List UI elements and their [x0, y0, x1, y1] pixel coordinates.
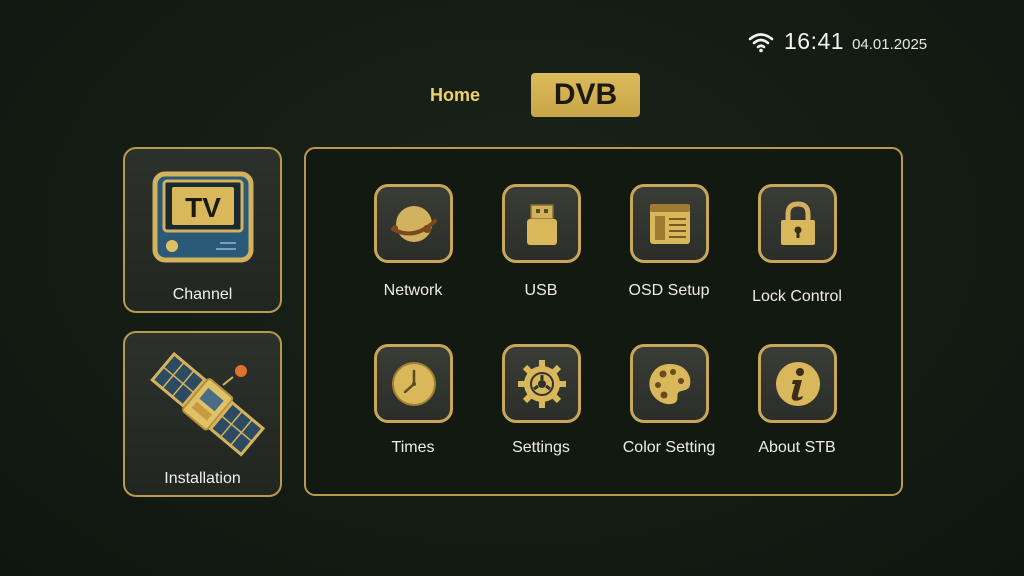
- menu-item-lock-control[interactable]: Lock Control: [732, 184, 862, 314]
- menu-item-label: About STB: [758, 439, 836, 456]
- gear-icon: [517, 359, 566, 408]
- info-icon-box: [758, 344, 837, 423]
- tv-icon: TV: [152, 171, 254, 263]
- menu-item-label: Lock Control: [752, 288, 842, 305]
- tv-icon-text: TV: [185, 192, 221, 223]
- dvb-menu-screen: 16:41 04.01.2025 Home DVB TV Channel Ins…: [0, 0, 1024, 576]
- usb-icon: [526, 203, 557, 245]
- menu-item-osd-setup[interactable]: OSD Setup: [604, 184, 734, 314]
- status-bar: 16:41 04.01.2025: [748, 28, 927, 55]
- palette-icon: [648, 363, 690, 404]
- network-icon: [390, 205, 437, 242]
- lock-icon: [780, 200, 815, 245]
- satellite-icon: [150, 351, 266, 457]
- tab-dvb[interactable]: DVB: [531, 73, 640, 117]
- clock-date: 04.01.2025: [852, 36, 928, 53]
- wifi-icon: [748, 32, 774, 52]
- installation-button[interactable]: Installation: [123, 331, 282, 497]
- menu-item-label: OSD Setup: [628, 282, 710, 299]
- menu-item-label: Times: [391, 439, 435, 456]
- clock-time: 16:41: [784, 28, 845, 54]
- menu-item-network[interactable]: Network: [348, 184, 478, 314]
- menu-item-color-setting[interactable]: Color Setting: [604, 344, 734, 464]
- network-icon-box: [374, 184, 453, 263]
- channel-label: Channel: [172, 286, 233, 303]
- usb-icon-box: [502, 184, 581, 263]
- osd-setup-icon-box: [630, 184, 709, 263]
- menu-item-times[interactable]: Times: [348, 344, 478, 464]
- tab-home[interactable]: Home: [420, 82, 490, 108]
- osd-setup-icon: [649, 203, 690, 244]
- menu-item-label: USB: [524, 282, 558, 299]
- menu-grid-panel: Network USB OSD Setup Lock Control Times…: [304, 147, 903, 496]
- menu-item-about-stb[interactable]: About STB: [732, 344, 862, 464]
- menu-item-label: Color Setting: [622, 439, 716, 456]
- palette-icon-box: [630, 344, 709, 423]
- lock-icon-box: [758, 184, 837, 263]
- menu-item-label: Settings: [512, 439, 570, 456]
- info-icon: [775, 361, 820, 406]
- menu-item-settings[interactable]: Settings: [476, 344, 606, 464]
- clock-icon: [391, 361, 436, 406]
- menu-item-label: Network: [383, 282, 443, 299]
- menu-item-usb[interactable]: USB: [476, 184, 606, 314]
- channel-button[interactable]: TV Channel: [123, 147, 282, 313]
- installation-label: Installation: [164, 470, 241, 487]
- clock-icon-box: [374, 344, 453, 423]
- gear-icon-box: [502, 344, 581, 423]
